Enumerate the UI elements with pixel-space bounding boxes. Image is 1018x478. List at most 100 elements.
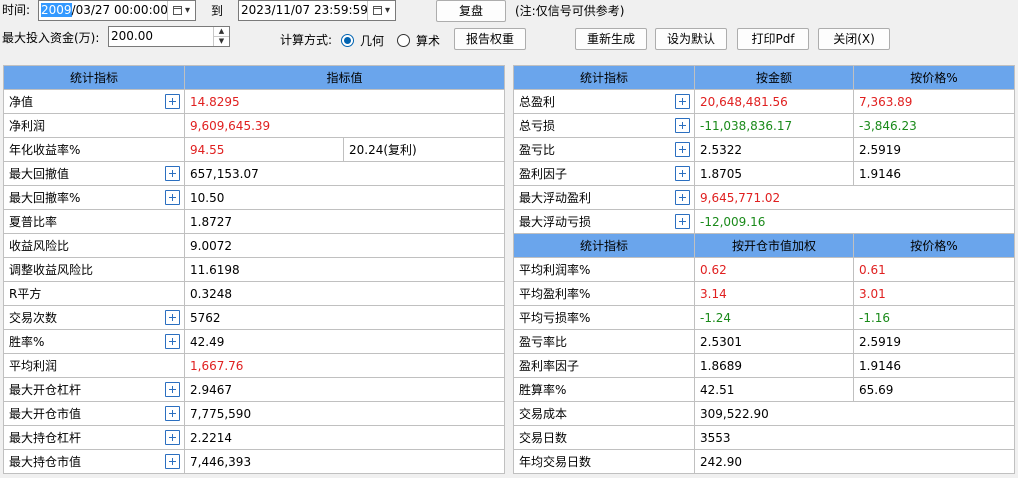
- table-row: 年均交易日数 242.90: [513, 449, 1015, 474]
- metric-name: 总亏损: [519, 119, 556, 133]
- expand-plus-icon[interactable]: [165, 406, 180, 421]
- metric-name-cell: 最大浮动亏损: [513, 209, 695, 234]
- table-row: 总盈利 20,648,481.56 7,363.89: [513, 89, 1015, 114]
- metric-name: 胜算率%: [519, 383, 567, 397]
- replay-button[interactable]: 复盘: [436, 0, 506, 22]
- metric-name: 净利润: [9, 119, 46, 133]
- metric-value-1: 9,645,771.02: [694, 185, 1015, 210]
- metric-name-cell: 交易次数: [3, 305, 185, 330]
- metric-name: 收益风险比: [9, 239, 70, 253]
- metric-name-cell: 平均利润: [3, 353, 185, 378]
- to-label: 到: [211, 4, 224, 18]
- table-row: 交易次数 5762: [3, 305, 506, 330]
- table-row: 最大持仓杠杆 2.2214: [3, 425, 506, 450]
- start-datetime-input[interactable]: 2009/03/27 00:00:00 ▾: [38, 0, 196, 21]
- metric-name-cell: 收益风险比: [3, 233, 185, 258]
- col-header-by-price: 按价格%: [853, 65, 1015, 90]
- metric-name: 交易成本: [519, 407, 568, 421]
- expand-plus-icon[interactable]: [675, 94, 690, 109]
- metric-value: 2.9467: [183, 377, 506, 402]
- metric-value-1: 3.14: [694, 281, 854, 306]
- end-date-dropdown[interactable]: ▾: [367, 1, 395, 20]
- metric-name-cell: 盈利率因子: [513, 353, 695, 378]
- metric-value: 10.50: [183, 185, 506, 210]
- metric-name: 盈利率因子: [519, 359, 580, 373]
- metric-name-cell: 交易日数: [513, 425, 695, 450]
- calc-method-label: 计算方式:: [280, 33, 333, 47]
- expand-plus-icon[interactable]: [165, 382, 180, 397]
- metric-name: 最大开仓市值: [9, 407, 82, 421]
- expand-plus-icon[interactable]: [165, 94, 180, 109]
- table-row: 最大开仓市值 7,775,590: [3, 401, 506, 426]
- start-date-dropdown[interactable]: ▾: [167, 1, 195, 20]
- print-pdf-button[interactable]: 打印Pdf: [737, 28, 809, 50]
- radio-arithmetic[interactable]: 算术: [397, 30, 440, 50]
- capital-spinner[interactable]: ▲ ▼: [213, 27, 229, 46]
- metric-name-cell: 夏普比率: [3, 209, 185, 234]
- metric-name: 交易次数: [9, 311, 58, 325]
- expand-plus-icon[interactable]: [165, 190, 180, 205]
- spin-down-icon[interactable]: ▼: [214, 36, 229, 45]
- capital-input[interactable]: 200.00 ▲ ▼: [108, 26, 230, 47]
- expand-plus-icon[interactable]: [165, 166, 180, 181]
- expand-plus-icon[interactable]: [675, 190, 690, 205]
- end-datetime-input[interactable]: 2023/11/07 23:59:59 ▾: [238, 0, 396, 21]
- table-row: 调整收益风险比 11.6198: [3, 257, 506, 282]
- table-row: 最大浮动盈利 9,645,771.02: [513, 185, 1015, 210]
- radio-geometric-label: 几何: [360, 33, 385, 48]
- expand-plus-icon[interactable]: [675, 142, 690, 157]
- table-row: 交易成本 309,522.90: [513, 401, 1015, 426]
- set-default-button[interactable]: 设为默认: [655, 28, 727, 50]
- metric-value-2: 2.5919: [853, 329, 1015, 354]
- metric-value-2: 3.01: [853, 281, 1015, 306]
- radio-arithmetic-label: 算术: [416, 33, 441, 48]
- col-header-by-amount: 按金额: [694, 65, 854, 90]
- metric-value-compound: 20.24(复利): [342, 137, 506, 162]
- table-row: 平均利润率% 0.62 0.61: [513, 257, 1015, 282]
- spin-up-icon[interactable]: ▲: [214, 27, 229, 36]
- metric-value: 5762: [183, 305, 506, 330]
- metric-name-cell: 净利润: [3, 113, 185, 138]
- metric-value: 94.55: [184, 137, 344, 162]
- metric-value-2: 2.5919: [853, 137, 1015, 162]
- expand-plus-icon[interactable]: [165, 430, 180, 445]
- metric-value-1: -1.24: [694, 305, 854, 330]
- close-button[interactable]: 关闭(X): [818, 28, 890, 50]
- metric-name-cell: 盈利因子: [513, 161, 695, 186]
- capital-label: 最大投入资金(万):: [2, 31, 100, 45]
- expand-plus-icon[interactable]: [675, 166, 690, 181]
- regenerate-button[interactable]: 重新生成: [575, 28, 647, 50]
- metric-name: 盈利因子: [519, 167, 568, 181]
- metric-value: 9,609,645.39: [183, 113, 506, 138]
- metric-value: 1,667.76: [183, 353, 506, 378]
- metric-value-2: 7,363.89: [853, 89, 1015, 114]
- table-row: 收益风险比 9.0072: [3, 233, 506, 258]
- chevron-down-icon: ▾: [184, 5, 191, 16]
- metric-value-2: -3,846.23: [853, 113, 1015, 138]
- left-stats-table: 统计指标 指标值 净值 14.8295 净利润 9,609,645.39 年化收益率% 9…: [3, 65, 506, 474]
- metric-value-1: 20,648,481.56: [694, 89, 854, 114]
- table-row: 净利润 9,609,645.39: [3, 113, 506, 138]
- table-row: R平方 0.3248: [3, 281, 506, 306]
- right-amount-table: 统计指标 按金额 按价格% 总盈利 20,648,481.56 7,363.89 总亏…: [513, 65, 1015, 234]
- note-text: (注:仅信号可供参考): [515, 4, 625, 18]
- metric-name: 年化收益率%: [9, 143, 81, 157]
- metric-name: 胜率%: [9, 335, 45, 349]
- report-weight-button[interactable]: 报告权重: [454, 28, 526, 50]
- metric-name-cell: 年均交易日数: [513, 449, 695, 474]
- right-top-header-row: 统计指标 按金额 按价格%: [513, 65, 1015, 90]
- expand-plus-icon[interactable]: [165, 310, 180, 325]
- metric-value: 7,446,393: [183, 449, 506, 474]
- left-table-header-row: 统计指标 指标值: [3, 65, 506, 90]
- expand-plus-icon[interactable]: [675, 118, 690, 133]
- metric-value-1: 3553: [694, 425, 1015, 450]
- radio-geometric[interactable]: 几何: [341, 30, 384, 50]
- metric-value: 9.0072: [183, 233, 506, 258]
- metric-name-cell: 胜算率%: [513, 377, 695, 402]
- expand-plus-icon[interactable]: [675, 214, 690, 229]
- chevron-down-icon: ▾: [384, 5, 391, 16]
- expand-plus-icon[interactable]: [165, 334, 180, 349]
- expand-plus-icon[interactable]: [165, 454, 180, 469]
- metric-value-1: -11,038,836.17: [694, 113, 854, 138]
- metric-value-1: 2.5301: [694, 329, 854, 354]
